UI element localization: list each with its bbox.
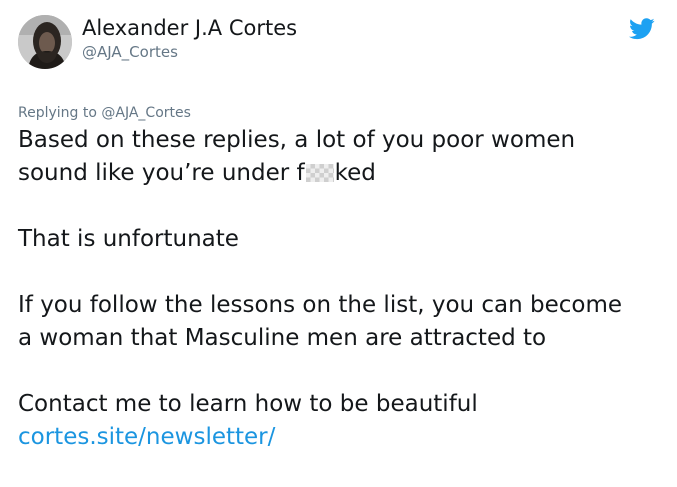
tweet-line: a woman that Masculine men are attracted… bbox=[18, 325, 547, 351]
avatar-image bbox=[18, 15, 72, 69]
tweet-paragraph: Contact me to learn how to be beautiful … bbox=[18, 388, 663, 454]
replying-to: Replying to @AJA_Cortes bbox=[18, 104, 191, 122]
author-handle[interactable]: @AJA_Cortes bbox=[82, 42, 297, 62]
tweet-line: If you follow the lessons on the list, y… bbox=[18, 292, 623, 318]
author-block: Alexander J.A Cortes @AJA_Cortes bbox=[82, 14, 297, 62]
author-display-name[interactable]: Alexander J.A Cortes bbox=[82, 14, 297, 42]
tweet-line: Based on these replies, a lot of you poo… bbox=[18, 127, 576, 153]
replying-to-mention[interactable]: @AJA_Cortes bbox=[101, 105, 191, 121]
tweet-card: Alexander J.A Cortes @AJA_Cortes Replyin… bbox=[0, 0, 677, 459]
tweet-text-segment: sound like you’re under f bbox=[18, 160, 305, 186]
tweet-line: sound like you’re under f ked bbox=[18, 157, 663, 190]
replying-to-label: Replying to bbox=[18, 105, 97, 121]
tweet-text: Based on these replies, a lot of you poo… bbox=[18, 124, 663, 487]
tweet-text-segment: ked bbox=[334, 160, 376, 186]
tweet-line: Contact me to learn how to be beautiful bbox=[18, 391, 478, 417]
newsletter-link[interactable]: cortes.site/newsletter/ bbox=[18, 421, 663, 454]
tweet-paragraph: Based on these replies, a lot of you poo… bbox=[18, 124, 663, 190]
pixelated-censor bbox=[305, 164, 334, 182]
tweet-paragraph: That is unfortunate bbox=[18, 223, 663, 256]
tweet-line: That is unfortunate bbox=[18, 226, 239, 252]
avatar[interactable] bbox=[18, 15, 72, 69]
twitter-bird-icon[interactable] bbox=[629, 18, 655, 40]
tweet-paragraph: If you follow the lessons on the list, y… bbox=[18, 289, 663, 355]
